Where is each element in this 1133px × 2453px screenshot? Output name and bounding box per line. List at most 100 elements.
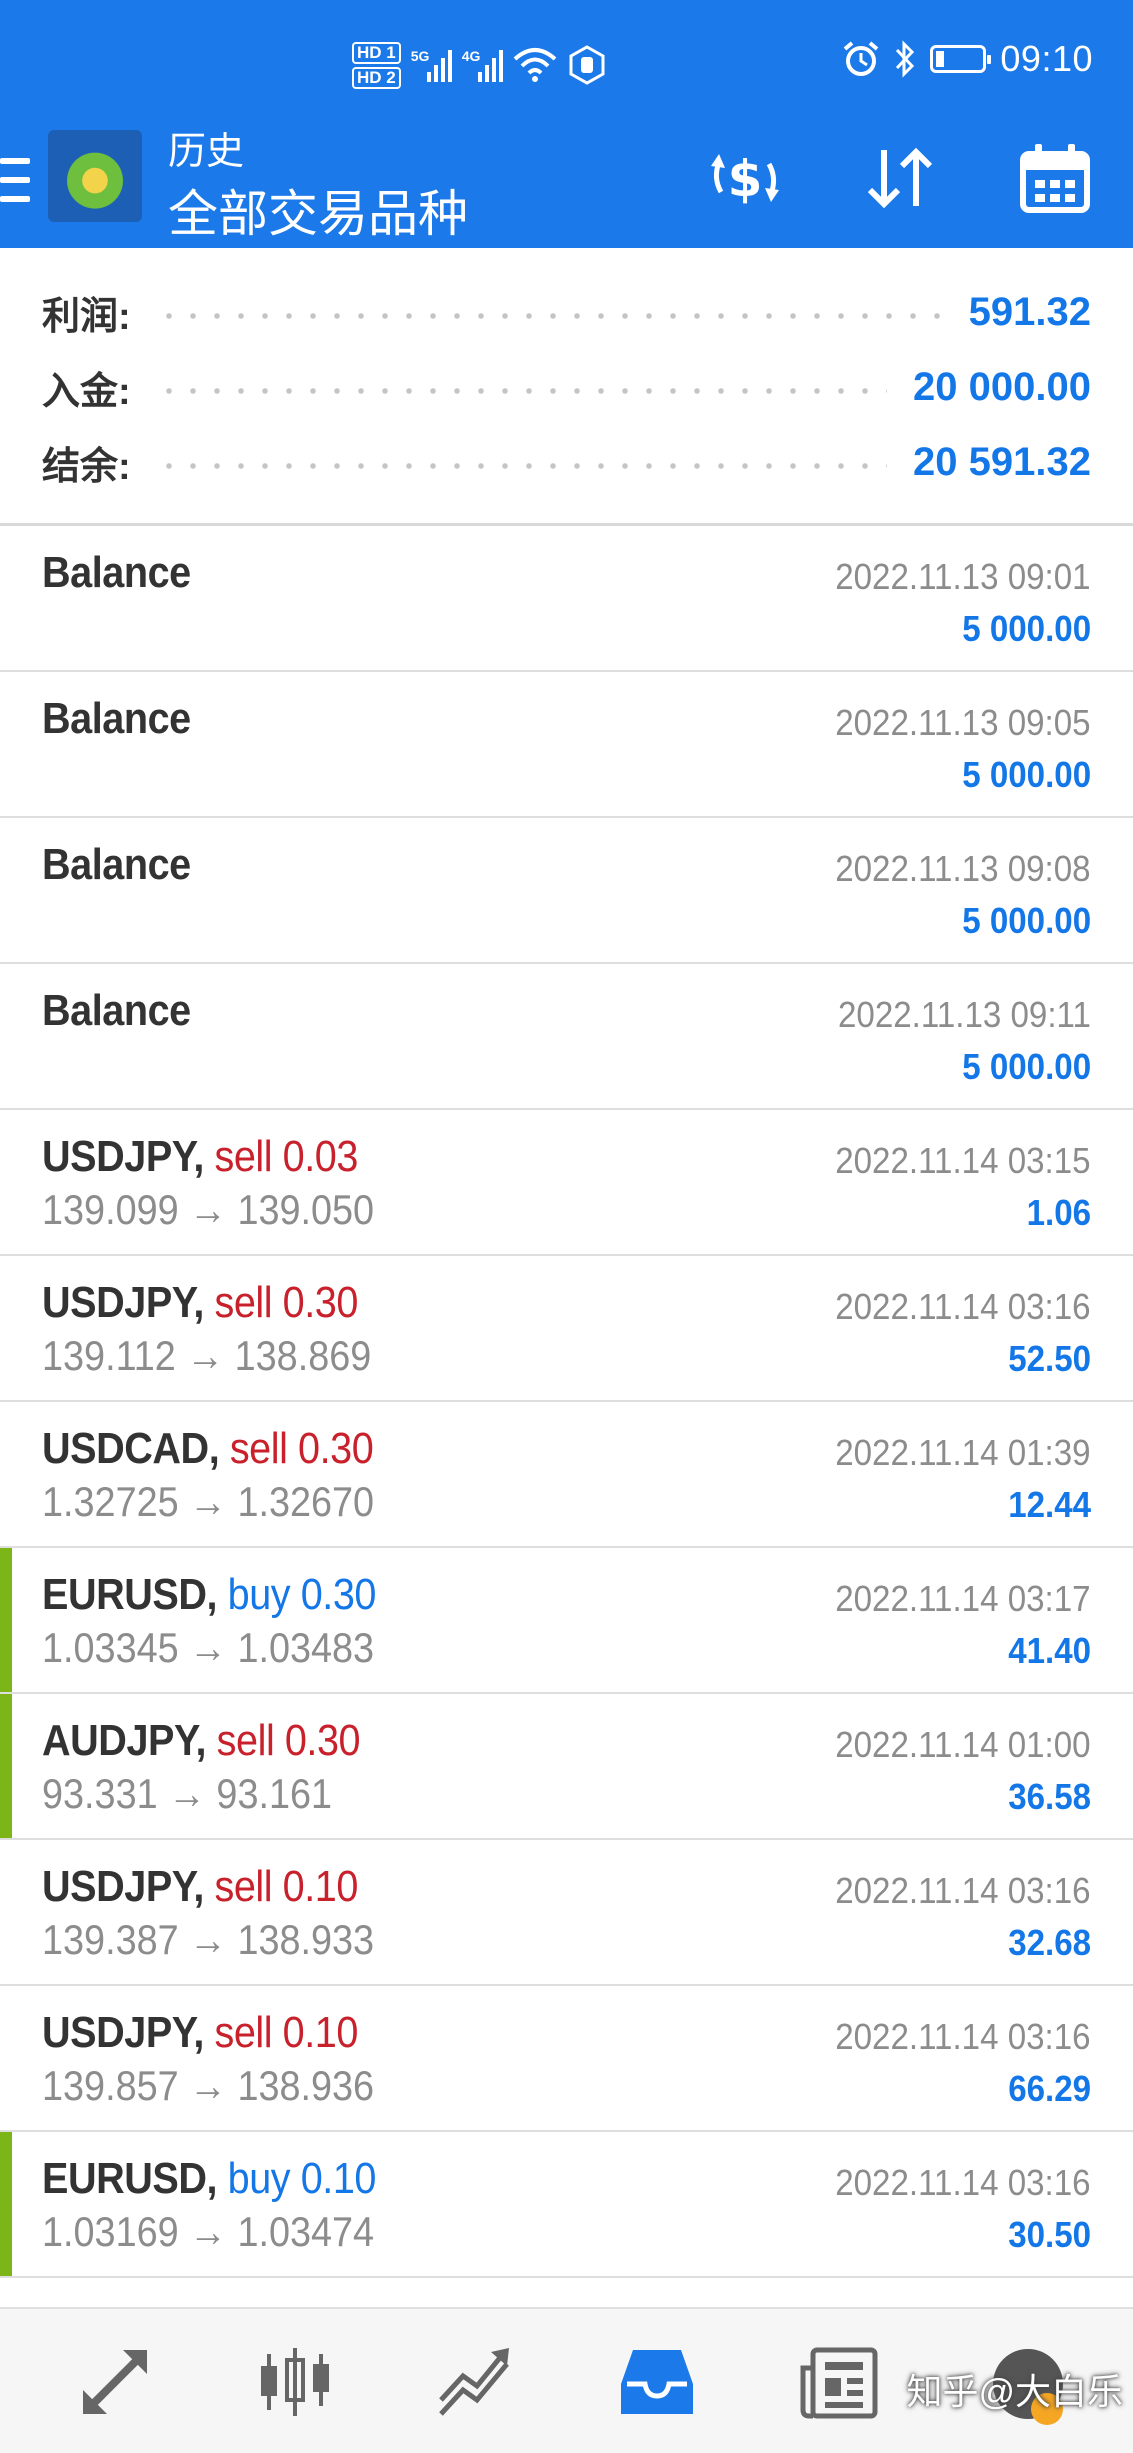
item-time: 2022.11.13 09:08 [835, 848, 1091, 889]
item-prices: 1.03345 → 1.03483 [42, 1624, 375, 1671]
hand-gesture-icon [569, 45, 605, 85]
history-item[interactable]: Balance 2022.11.13 09:01 5 000.00 [0, 526, 1133, 672]
item-profit: 52.50 [1008, 1338, 1091, 1379]
clock: 09:10 [1000, 38, 1093, 79]
dollar-exchange-icon: $ [711, 150, 779, 208]
item-profit: 32.68 [1008, 1922, 1091, 1963]
page-title: 历史 [168, 131, 245, 173]
item-side: buy 0.30 [227, 1570, 377, 1619]
history-item[interactable]: AUDJPY, sell 0.30 93.331 → 93.161 2022.1… [0, 1694, 1133, 1840]
wifi-icon [513, 48, 557, 82]
item-symbol-line: EURUSD, buy 0.10 [42, 2154, 376, 2204]
item-symbol: USDJPY, [42, 1132, 204, 1181]
item-symbol-line: AUDJPY, sell 0.30 [42, 1716, 361, 1766]
item-symbol: USDJPY, [42, 1278, 204, 1327]
history-item[interactable]: Balance 2022.11.13 09:11 5 000.00 [0, 964, 1133, 1110]
history-item[interactable]: USDJPY, sell 0.30 139.112 → 138.869 2022… [0, 1256, 1133, 1402]
item-side: buy 0.10 [227, 2154, 377, 2203]
history-item[interactable]: USDJPY, sell 0.03 139.099 → 139.050 2022… [0, 1110, 1133, 1256]
item-profit: 12.44 [1008, 1484, 1091, 1525]
menu-icon[interactable] [0, 158, 30, 202]
item-time: 2022.11.14 01:39 [835, 1432, 1091, 1473]
history-item[interactable]: Balance 2022.11.13 09:05 5 000.00 [0, 672, 1133, 818]
item-symbol-line: USDJPY, sell 0.30 [42, 1278, 358, 1328]
sort-button[interactable] [855, 138, 945, 218]
item-prices: 1.03169 → 1.03474 [42, 2208, 375, 2255]
calendar-button[interactable] [1010, 138, 1100, 218]
network-type-label: 5G [410, 48, 430, 64]
chart-icon [261, 2348, 329, 2416]
news-icon [800, 2347, 878, 2419]
dot-leader [156, 313, 943, 319]
nav-history[interactable] [612, 2337, 702, 2427]
history-summary: 利润: 591.32 入金: 20 000.00 结余: 20 591.32 [0, 248, 1133, 526]
summary-label: 利润: [42, 295, 131, 338]
dot-leader [156, 463, 888, 469]
item-side: sell 0.10 [214, 1862, 358, 1911]
hd1-badge: HD 1 [352, 41, 401, 64]
item-symbol: USDJPY, [42, 2008, 204, 2057]
item-side: sell 0.30 [216, 1716, 361, 1765]
summary-value: 20 591.32 [913, 439, 1091, 484]
hd2-badge: HD 2 [352, 66, 401, 89]
nav-trade[interactable] [430, 2337, 520, 2427]
item-profit: 5 000.00 [962, 608, 1091, 649]
summary-label: 结余: [42, 445, 131, 488]
item-prices: 139.857 → 138.936 [42, 2062, 375, 2109]
item-symbol: USDCAD, [42, 1424, 220, 1473]
item-profit: 5 000.00 [962, 754, 1091, 795]
item-time: 2022.11.13 09:05 [835, 702, 1091, 743]
item-time: 2022.11.13 09:01 [835, 556, 1091, 597]
item-prices: 139.387 → 138.933 [42, 1916, 375, 1963]
bluetooth-icon [896, 40, 915, 78]
item-prices: 139.099 → 139.050 [42, 1186, 375, 1233]
item-symbol: EURUSD, [42, 1570, 218, 1619]
item-side: sell 0.30 [214, 1278, 358, 1327]
deals-toggle-button[interactable]: $ [700, 138, 790, 218]
history-item[interactable]: Balance 2022.11.13 09:08 5 000.00 [0, 818, 1133, 964]
item-profit: 41.40 [1008, 1630, 1091, 1671]
history-item[interactable]: USDJPY, sell 0.10 139.857 → 138.936 2022… [0, 1986, 1133, 2132]
history-item[interactable]: USDJPY, sell 0.10 139.387 → 138.933 2022… [0, 1840, 1133, 1986]
item-symbol: USDJPY, [42, 1862, 204, 1911]
history-item[interactable]: EURUSD, buy 0.30 1.03345 → 1.03483 2022.… [0, 1548, 1133, 1694]
item-symbol-line: USDCAD, sell 0.30 [42, 1424, 374, 1474]
app-logo [48, 130, 142, 222]
quotes-icon [83, 2350, 147, 2414]
hd-call-indicators: HD 1 HD 2 [352, 41, 401, 89]
item-time: 2022.11.14 03:15 [835, 1140, 1091, 1181]
dot-leader [156, 388, 888, 394]
history-icon [621, 2350, 693, 2414]
item-profit: 30.50 [1008, 2214, 1091, 2255]
item-time: 2022.11.14 03:16 [835, 2016, 1091, 2057]
watermark: 知乎@大白乐 [906, 2371, 1123, 2412]
battery-icon [930, 45, 992, 73]
symbol-filter[interactable]: 全部交易品种 [168, 174, 468, 246]
summary-value: 20 000.00 [913, 364, 1091, 409]
nav-chart[interactable] [250, 2337, 340, 2427]
history-list: Balance 2022.11.13 09:01 5 000.00 Balanc… [0, 526, 1133, 2278]
sort-arrows-icon [867, 147, 933, 209]
item-symbol-line: USDJPY, sell 0.10 [42, 1862, 358, 1912]
item-symbol: Balance [42, 548, 191, 597]
item-side: sell 0.30 [229, 1424, 374, 1473]
item-symbol-line: EURUSD, buy 0.30 [42, 1570, 376, 1620]
bottom-navigation: 知乎@大白乐 [0, 2307, 1133, 2453]
item-symbol-line: USDJPY, sell 0.03 [42, 1132, 358, 1182]
nav-news[interactable] [794, 2337, 884, 2427]
item-time: 2022.11.14 03:16 [835, 2162, 1091, 2203]
item-time: 2022.11.14 03:17 [835, 1578, 1091, 1619]
network-type-label: 4G [461, 48, 481, 64]
history-item[interactable]: USDCAD, sell 0.30 1.32725 → 1.32670 2022… [0, 1402, 1133, 1548]
item-symbol: EURUSD, [42, 2154, 218, 2203]
app-header: HD 1 HD 2 5G 4G 09:10 历史 全部交易品种 $ [0, 0, 1133, 248]
nav-quotes[interactable] [70, 2337, 160, 2427]
item-profit: 1.06 [1026, 1192, 1091, 1233]
network-indicators: HD 1 HD 2 5G 4G [352, 30, 607, 100]
summary-deposit: 入金: 20 000.00 [42, 357, 1091, 417]
summary-balance: 结余: 20 591.32 [42, 432, 1091, 492]
item-prices: 93.331 → 93.161 [42, 1770, 333, 1817]
history-item[interactable]: EURUSD, buy 0.10 1.03169 → 1.03474 2022.… [0, 2132, 1133, 2278]
item-prices: 139.112 → 138.869 [42, 1332, 372, 1379]
item-time: 2022.11.14 01:00 [835, 1724, 1091, 1765]
